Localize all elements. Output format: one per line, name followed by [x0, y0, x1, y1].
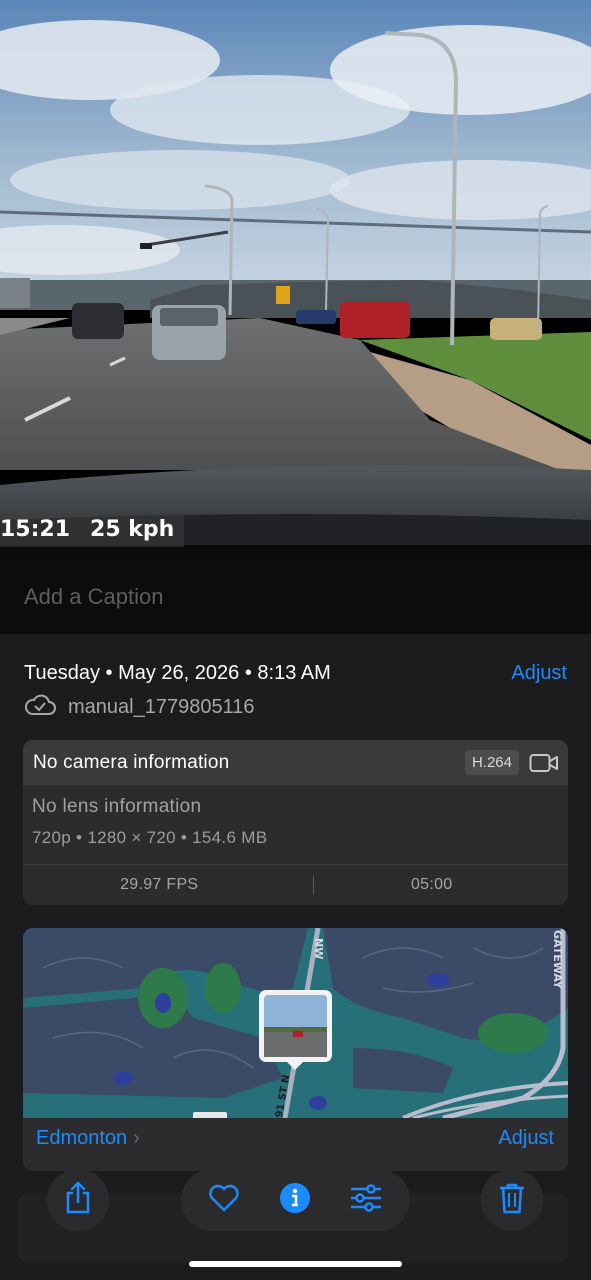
camera-info-header: No camera information H.264: [23, 740, 568, 785]
overlay-speed: 25 kph: [90, 517, 175, 542]
overlay-time: 15:21: [0, 517, 71, 542]
share-button[interactable]: [47, 1169, 109, 1231]
capture-date: Tuesday • May 26, 2026 • 8:13 AM: [24, 662, 331, 684]
home-indicator[interactable]: [189, 1261, 402, 1267]
chevron-right-icon: ›: [133, 1127, 140, 1149]
location-map[interactable]: NW GATEWAY 91 ST N: [23, 928, 568, 1118]
dashcam-overlay: 15:21 25 kph: [0, 513, 185, 547]
file-name: manual_1779805116: [68, 695, 255, 718]
dashcam-frame: [0, 0, 591, 560]
road-label-nw: NW: [312, 938, 325, 959]
adjust-date-button[interactable]: Adjust: [511, 658, 567, 688]
photo-pin[interactable]: [259, 990, 332, 1070]
trash-icon: [498, 1182, 526, 1219]
duration: 05:00: [410, 876, 453, 893]
edit-adjust-button[interactable]: [349, 1183, 383, 1218]
map-footer: Edmonton › Adjust: [23, 1118, 568, 1171]
date-row: Tuesday • May 26, 2026 • 8:13 AM Adjust: [24, 658, 567, 688]
info-button[interactable]: [279, 1182, 311, 1219]
camera-title: No camera information: [33, 752, 230, 773]
info-icon: [279, 1182, 311, 1219]
location-name: Edmonton: [36, 1127, 128, 1149]
road-label-gateway: GATEWAY: [551, 930, 564, 990]
caption-input[interactable]: [0, 560, 591, 634]
caption-bar: [0, 560, 591, 634]
frame-rate: 29.97 FPS: [120, 876, 199, 893]
adjust-icon: [349, 1183, 383, 1218]
icloud-check-icon: [24, 694, 56, 721]
favorite-button[interactable]: [206, 1184, 242, 1216]
adjust-location-button[interactable]: Adjust: [498, 1118, 554, 1158]
camera-info-card: No camera information H.264 No lens info…: [23, 740, 568, 905]
heart-icon: [208, 1184, 240, 1217]
codec-badge: H.264: [464, 750, 519, 775]
video-camera-icon: [529, 752, 559, 779]
file-row: manual_1779805116: [24, 692, 254, 722]
camera-info-footer: 29.97 FPS 05:00: [23, 864, 568, 905]
map-card: NW GATEWAY 91 ST N Edmonton › Adjust: [23, 928, 568, 1171]
video-specs: 720p • 1280 × 720 • 154.6 MB: [32, 828, 268, 847]
delete-button[interactable]: [481, 1169, 543, 1231]
photo-preview[interactable]: 15:21 25 kph: [0, 0, 591, 560]
lens-info: No lens information: [32, 796, 202, 817]
location-link[interactable]: Edmonton ›: [36, 1118, 140, 1158]
share-icon: [64, 1181, 92, 1220]
